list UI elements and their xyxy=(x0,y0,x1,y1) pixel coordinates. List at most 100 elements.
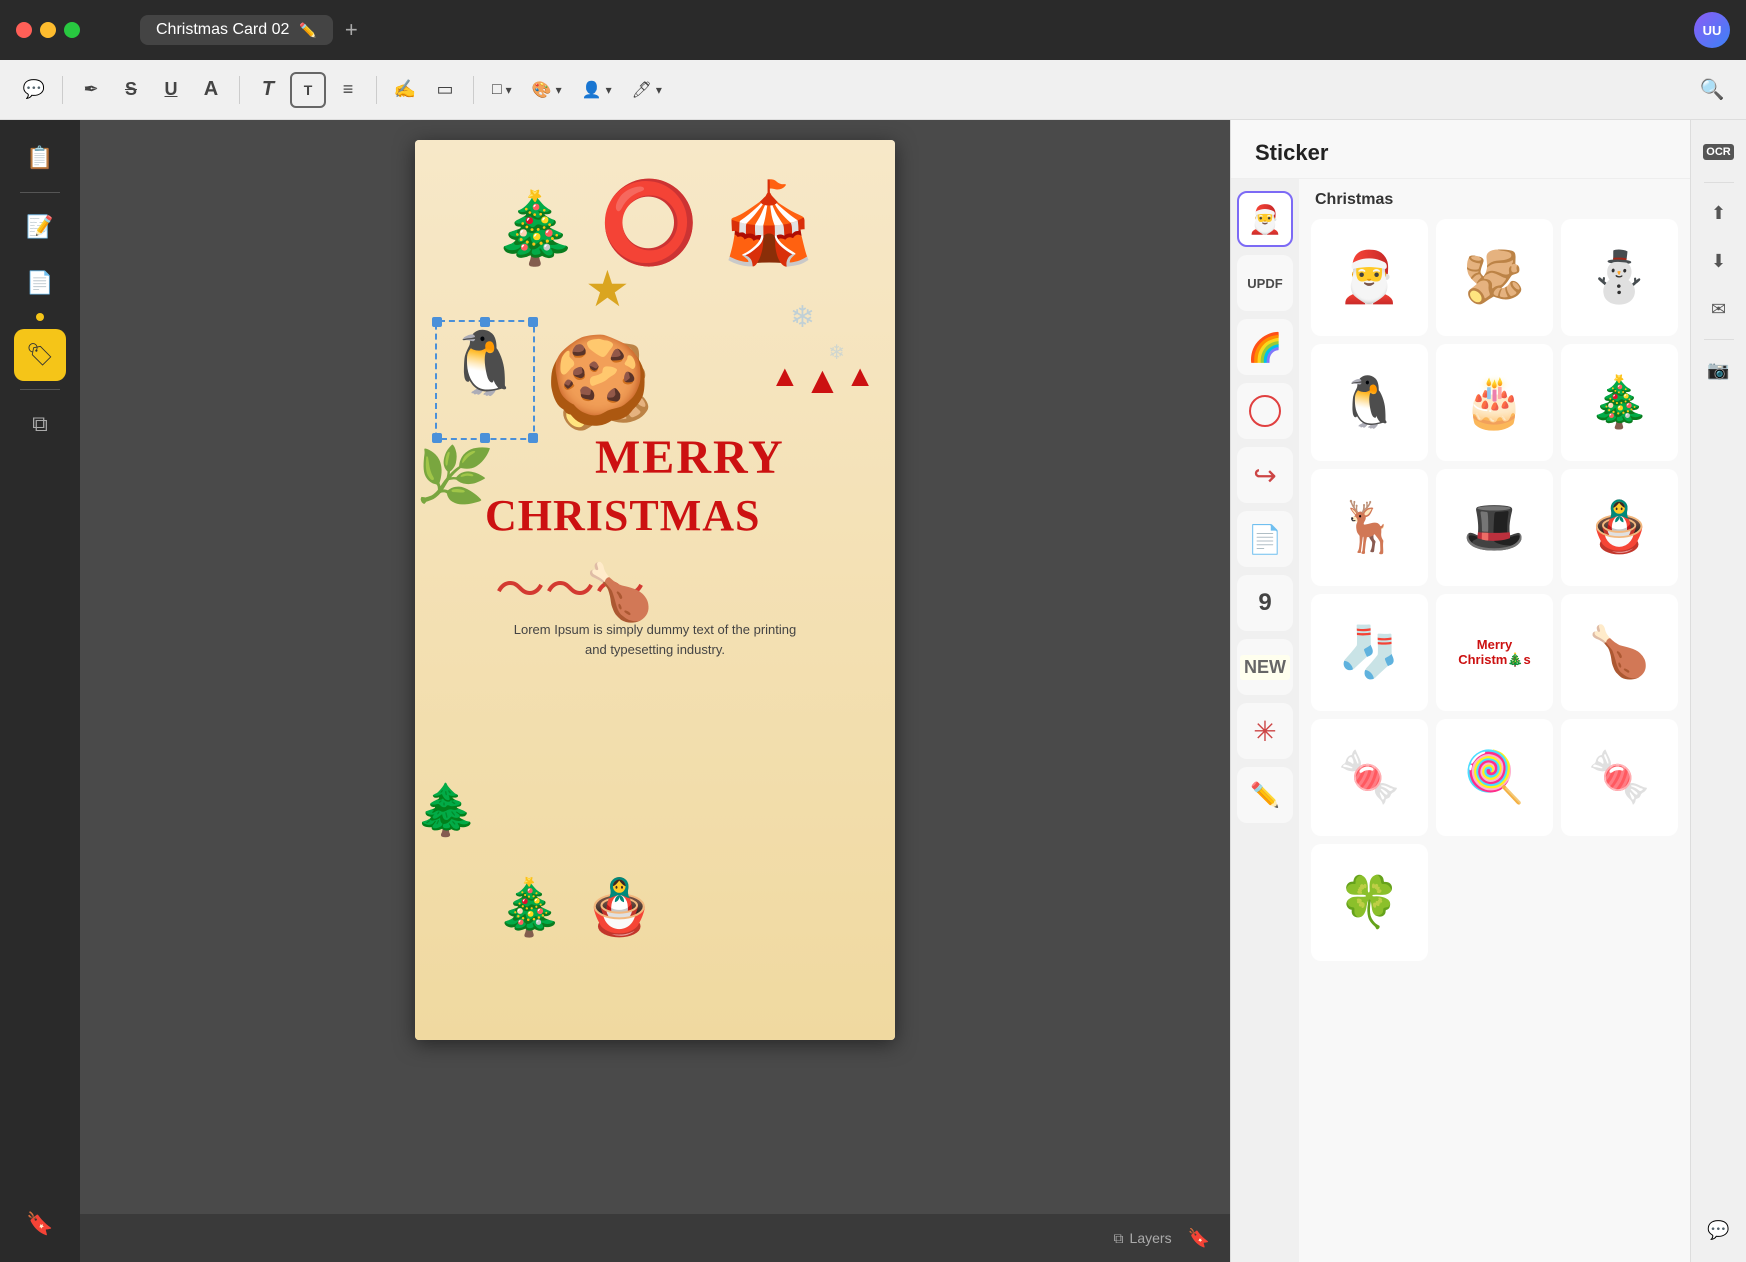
sidebar-layers-button[interactable]: ⧉ xyxy=(14,398,66,450)
strikethrough-button[interactable]: S xyxy=(113,72,149,108)
search-button[interactable]: 🔍 xyxy=(1694,72,1730,108)
add-tab-button[interactable]: + xyxy=(345,17,358,43)
chat-icon: 💬 xyxy=(1707,1220,1729,1241)
layers-button[interactable]: ⧉ Layers xyxy=(1114,1230,1172,1247)
sticker-candy-green[interactable]: 🍀 xyxy=(1311,844,1428,961)
handle-tl[interactable] xyxy=(432,317,442,327)
category-updf[interactable]: UPDF xyxy=(1237,255,1293,311)
sticker-snowman[interactable]: ⛄ xyxy=(1561,219,1678,336)
sticker-turkey[interactable]: 🍗 xyxy=(1561,594,1678,711)
category-numbers[interactable]: 9 xyxy=(1237,575,1293,631)
category-arrows[interactable]: ↪ xyxy=(1237,447,1293,503)
shape-button[interactable]: □ ▾ xyxy=(484,77,520,103)
category-shapes[interactable] xyxy=(1237,383,1293,439)
christmas-text: CHRISTMAS xyxy=(485,490,761,541)
arrows-cat-icon: ↪ xyxy=(1253,459,1276,492)
active-indicator xyxy=(36,313,44,321)
pen-button[interactable]: ✒ xyxy=(73,72,109,108)
canvas-area: 🎄 ⭕ 🎪 ★ ❄ ❄ 🫚 🍪 ▲▲▲ MERRY xyxy=(80,120,1230,1262)
category-labels[interactable]: NEW xyxy=(1237,639,1293,695)
handle-tc[interactable] xyxy=(480,317,490,327)
maximize-button[interactable] xyxy=(64,22,80,38)
handle-bl[interactable] xyxy=(432,433,442,443)
import-button[interactable]: ⬇ xyxy=(1699,241,1739,281)
category-emoji[interactable]: 🌈 xyxy=(1237,319,1293,375)
toolbar-divider-4 xyxy=(473,76,474,104)
sticker-nutcracker[interactable]: 🪆 xyxy=(1561,469,1678,586)
text-frame-button[interactable]: T xyxy=(290,72,326,108)
user-icon: 👤 xyxy=(582,80,602,100)
ocr-icon: OCR xyxy=(1703,144,1733,160)
stamp-button[interactable]: ▭ xyxy=(427,72,463,108)
edit-title-icon[interactable]: ✏️ xyxy=(299,22,316,39)
user-chevron: ▾ xyxy=(606,83,612,97)
panel-body: 🎅 UPDF 🌈 ↪ 📄 9 xyxy=(1231,179,1690,1262)
sticker-candy-blue[interactable]: 🍬 xyxy=(1561,719,1678,836)
sidebar-template-button[interactable]: 📝 xyxy=(14,201,66,253)
template-icon: 📝 xyxy=(26,214,53,240)
color-icon: 🎨 xyxy=(532,80,552,100)
sticker-candy-yellow[interactable]: 🍭 xyxy=(1436,719,1553,836)
sticker-selection-box[interactable]: 🐧 xyxy=(435,320,535,440)
text-box-button[interactable]: T xyxy=(250,72,286,108)
sticker-pudding[interactable]: 🎂 xyxy=(1436,344,1553,461)
candy-green-icon: 🍀 xyxy=(1338,873,1400,932)
sticker-stocking[interactable]: 🧦 xyxy=(1311,594,1428,711)
main-toolbar: 💬 ✒ S U A T T ≡ ✍ ▭ □ ▾ 🎨 ▾ 👤 ▾ 🖊 ▾ 🔍 xyxy=(0,60,1746,120)
category-burst[interactable]: ✳ xyxy=(1237,703,1293,759)
sticker-merry-text[interactable]: MerryChristm🎄s xyxy=(1436,594,1553,711)
category-paper[interactable]: 📄 xyxy=(1237,511,1293,567)
shape-chevron: ▾ xyxy=(506,83,512,97)
sticker-candy-red[interactable]: 🍬 xyxy=(1311,719,1428,836)
category-christmas[interactable]: 🎅 xyxy=(1237,191,1293,247)
export-button[interactable]: ⬆ xyxy=(1699,193,1739,233)
snapshot-button[interactable]: 📷 xyxy=(1699,350,1739,390)
sticker-santa-hat[interactable]: 🎩 xyxy=(1436,469,1553,586)
sidebar-divider-1 xyxy=(20,192,60,193)
toolbar-divider-2 xyxy=(239,76,240,104)
text-button[interactable]: A xyxy=(193,72,229,108)
category-pencil[interactable]: ✏️ xyxy=(1237,767,1293,823)
list-button[interactable]: ≡ xyxy=(330,72,366,108)
handle-br[interactable] xyxy=(528,433,538,443)
fill-button[interactable]: 🖊 ▾ xyxy=(624,76,670,104)
signature-button[interactable]: ✍ xyxy=(387,72,423,108)
sidebar-document-button[interactable]: 📋 xyxy=(14,132,66,184)
ocr-button[interactable]: OCR xyxy=(1699,132,1739,172)
sidebar-bookmark-button[interactable]: 🔖 xyxy=(14,1198,66,1250)
merry-text: MERRY xyxy=(595,430,785,485)
import-icon: ⬇ xyxy=(1711,251,1726,272)
sticker-panel: Sticker 🎅 UPDF 🌈 ↪ xyxy=(1230,120,1690,1262)
bookmark-bottom-button[interactable]: 🔖 xyxy=(1188,1228,1210,1249)
burst-cat-icon: ✳ xyxy=(1253,715,1276,748)
handle-bc[interactable] xyxy=(480,433,490,443)
shape-icon: □ xyxy=(492,81,502,99)
user-avatar[interactable]: UU xyxy=(1694,12,1730,48)
sidebar-pages-button[interactable]: 📄 xyxy=(14,257,66,309)
comment-button[interactable]: 💬 xyxy=(16,72,52,108)
close-button[interactable] xyxy=(16,22,32,38)
underline-button[interactable]: U xyxy=(153,72,189,108)
pudding-icon: 🎂 xyxy=(1463,373,1525,432)
sticker-reindeer[interactable]: 🦌 xyxy=(1311,469,1428,586)
sticker-penguin-hat[interactable]: 🐧 xyxy=(1311,344,1428,461)
sidebar-sticker-button[interactable]: 🏷 xyxy=(14,329,66,381)
user-button[interactable]: 👤 ▾ xyxy=(574,76,620,104)
paper-cat-icon: 📄 xyxy=(1248,523,1283,556)
traffic-lights xyxy=(16,22,80,38)
handle-tr[interactable] xyxy=(528,317,538,327)
gingerbread-figure: 🍪 xyxy=(545,330,651,430)
share-email-button[interactable]: ✉ xyxy=(1699,289,1739,329)
lorem-text: Lorem Ipsum is simply dummy text of the … xyxy=(505,620,805,659)
color-button[interactable]: 🎨 ▾ xyxy=(524,76,570,104)
minimize-button[interactable] xyxy=(40,22,56,38)
sticker-tree[interactable]: 🎄 xyxy=(1561,344,1678,461)
panel-title: Sticker xyxy=(1255,140,1328,165)
sticker-gingerbread[interactable]: 🫚 xyxy=(1436,219,1553,336)
christmas-cat-icon: 🎅 xyxy=(1248,203,1283,236)
toolbar-divider-3 xyxy=(376,76,377,104)
chat-button[interactable]: 💬 xyxy=(1699,1210,1739,1250)
numbers-cat-label: 9 xyxy=(1258,589,1271,617)
sticker-santa[interactable]: 🎅 xyxy=(1311,219,1428,336)
email-icon: ✉ xyxy=(1711,299,1726,320)
